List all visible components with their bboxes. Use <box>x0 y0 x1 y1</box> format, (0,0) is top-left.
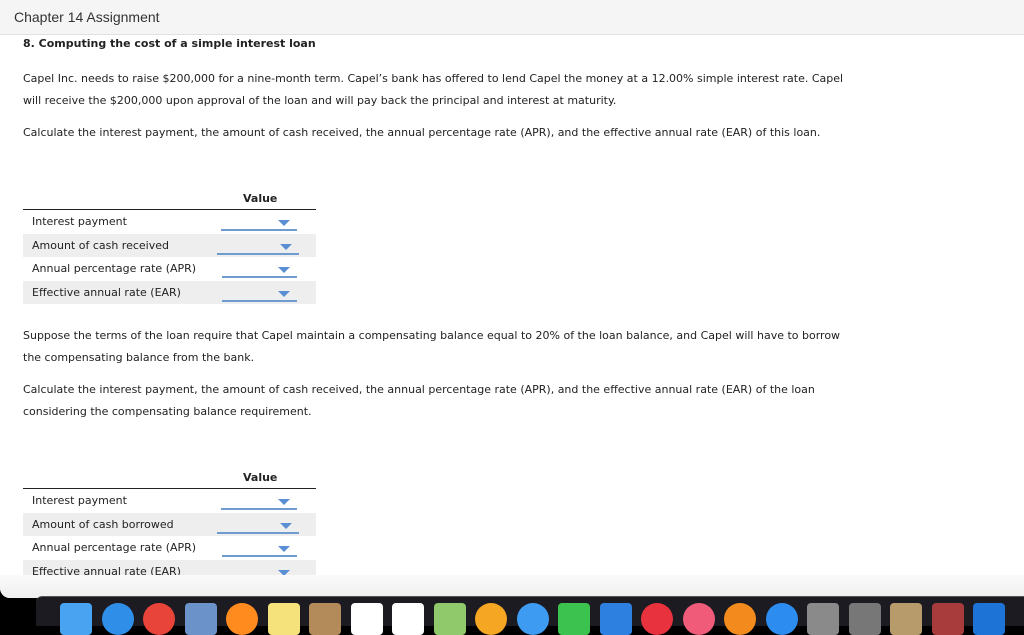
question-title: 8. Computing the cost of a simple intere… <box>23 37 316 50</box>
outlook-icon[interactable] <box>973 603 1005 635</box>
facetime-icon[interactable] <box>558 603 590 635</box>
calendar-icon[interactable] <box>350 603 383 635</box>
table-header: Value <box>23 188 316 210</box>
instruction-2-line-2: considering the compensating balance req… <box>23 405 312 418</box>
row-label: Interest payment <box>32 215 127 228</box>
safari-icon[interactable] <box>101 603 134 635</box>
chrome-icon[interactable] <box>143 603 175 635</box>
assignment-header: Chapter 14 Assignment <box>0 0 1024 35</box>
music-icon[interactable] <box>682 603 715 635</box>
instruction-2-line-1: Calculate the interest payment, the amou… <box>23 383 815 396</box>
browser-window: Chapter 14 Assignment 8. Computing the c… <box>0 0 1024 598</box>
books-icon[interactable] <box>724 603 756 635</box>
interest-payment-dropdown-2[interactable] <box>221 492 297 510</box>
row-label: Amount of cash borrowed <box>32 517 174 531</box>
chevron-down-icon <box>278 267 290 273</box>
assignment-title: Chapter 14 Assignment <box>14 9 160 25</box>
calculator-icon[interactable] <box>848 603 881 635</box>
keynote-icon[interactable] <box>599 603 632 635</box>
cash-borrowed-dropdown[interactable] <box>217 516 299 534</box>
scenario-line-2: the compensating balance from the bank. <box>23 351 255 364</box>
news-icon[interactable] <box>641 603 673 635</box>
value-table-1: Value Interest payment Amount of cash re… <box>23 188 316 304</box>
row-label: Annual percentage rate (APR) <box>32 541 197 554</box>
system-preferences-icon[interactable] <box>807 603 839 635</box>
row-label: Effective annual rate (EAR) <box>32 285 181 299</box>
table-row: Interest payment <box>23 489 316 513</box>
apr-dropdown-2[interactable] <box>222 539 297 557</box>
ear-dropdown[interactable] <box>222 284 297 302</box>
instruction-1: Calculate the interest payment, the amou… <box>23 126 821 139</box>
preview-icon[interactable] <box>890 603 922 635</box>
messages-icon[interactable] <box>516 603 549 635</box>
row-label: Amount of cash received <box>32 238 169 252</box>
table-row: Interest payment <box>23 210 316 234</box>
notes-icon[interactable] <box>267 603 300 635</box>
apr-dropdown[interactable] <box>222 260 297 278</box>
intro-line-2: will receive the $200,000 upon approval … <box>23 94 617 107</box>
value-column-header: Value <box>243 471 278 484</box>
finder-icon[interactable] <box>60 603 92 635</box>
scenario-text: Suppose the terms of the loan require th… <box>23 325 853 369</box>
question-intro: Capel Inc. needs to raise $200,000 for a… <box>23 68 853 112</box>
intro-line-1: Capel Inc. needs to raise $200,000 for a… <box>23 72 844 85</box>
photos-icon[interactable] <box>475 603 507 635</box>
table-row: Amount of cash received <box>23 233 316 257</box>
chevron-down-icon <box>278 546 290 552</box>
value-table-2: Value Interest payment Amount of cash bo… <box>23 467 316 583</box>
dictionary-icon[interactable] <box>931 603 964 635</box>
instruction-2: Calculate the interest payment, the amou… <box>23 379 853 423</box>
cash-received-dropdown[interactable] <box>217 237 299 255</box>
page-bottom-fade <box>0 575 1024 598</box>
table-row: Effective annual rate (EAR) <box>23 280 316 304</box>
row-label: Annual percentage rate (APR) <box>32 262 197 275</box>
firefox-icon[interactable] <box>226 603 258 635</box>
chevron-down-icon <box>280 522 292 529</box>
contacts-icon[interactable] <box>309 603 341 635</box>
value-column-header: Value <box>243 192 278 205</box>
chevron-down-icon <box>280 243 292 250</box>
chevron-down-icon <box>278 290 290 297</box>
maps-icon[interactable] <box>433 603 466 635</box>
chevron-down-icon <box>278 499 290 505</box>
chevron-down-icon <box>278 220 290 226</box>
table-row: Annual percentage rate (APR) <box>23 257 316 281</box>
row-label: Interest payment <box>32 494 127 507</box>
reminders-icon[interactable] <box>392 603 424 635</box>
app-store-icon[interactable] <box>765 603 798 635</box>
table-header: Value <box>23 467 316 489</box>
preview-stamp-icon[interactable] <box>184 603 217 635</box>
table-row: Annual percentage rate (APR) <box>23 536 316 560</box>
table-row: Amount of cash borrowed <box>23 512 316 536</box>
interest-payment-dropdown[interactable] <box>221 213 297 231</box>
scenario-line-1: Suppose the terms of the loan require th… <box>23 329 841 342</box>
